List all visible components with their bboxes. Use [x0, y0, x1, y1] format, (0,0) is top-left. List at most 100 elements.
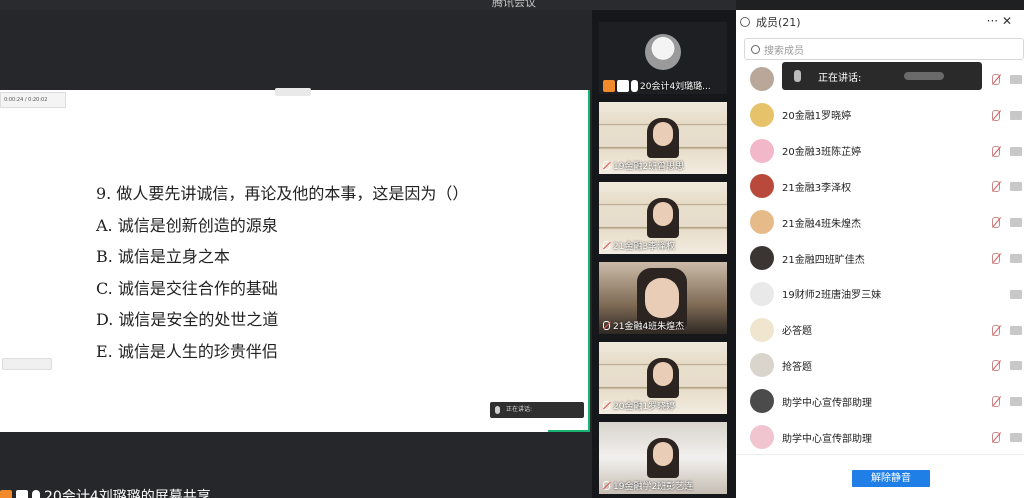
- member-row[interactable]: 19财师2班唐油罗三妹: [736, 277, 1024, 311]
- participant-face: [653, 122, 673, 146]
- participant-face: [653, 202, 673, 226]
- video-tile[interactable]: 21金融3李泽权: [599, 182, 727, 254]
- camera-icon[interactable]: [1010, 361, 1022, 371]
- option-a: A. 诚信是创新创造的源泉: [96, 215, 278, 235]
- video-tile[interactable]: 19金融2班曾思思: [599, 102, 727, 174]
- video-tile-name: 21金融3李泽权: [603, 239, 675, 252]
- mini-player[interactable]: 0:00:24 / 0:20:02: [0, 92, 66, 108]
- video-tile[interactable]: 21金融4班朱煌杰: [599, 262, 727, 334]
- share-label: 20会计4刘璐璐的屏幕共享: [44, 489, 211, 498]
- window-title: 腾讯会议: [492, 0, 536, 9]
- shared-screen-content: 0:00:24 / 0:20:02 9. 做人要先讲诚信，再论及他的本事，这是因…: [0, 88, 590, 432]
- mic-icon: [495, 406, 500, 414]
- search-input[interactable]: 搜索成员: [764, 42, 804, 57]
- more-icon[interactable]: ···: [987, 14, 998, 28]
- member-name: 抢答题: [782, 361, 812, 373]
- camera-icon[interactable]: [1010, 75, 1022, 84]
- unmute-all-button[interactable]: 解除静音: [852, 470, 930, 487]
- member-row[interactable]: 21金融四班旷佳杰: [736, 241, 1024, 275]
- meeting-window: 腾讯会议 0:00:24 / 0:20:02 9. 做人要先讲诚信，再论及他的本…: [0, 0, 1024, 498]
- share-tag: [275, 88, 311, 96]
- member-row[interactable]: 21金融3李泽权: [736, 169, 1024, 203]
- mic-muted-icon[interactable]: [992, 324, 1000, 336]
- member-search[interactable]: 搜索成员: [744, 38, 1024, 60]
- mini-player-time: 0:00:24 / 0:20:02: [4, 97, 48, 103]
- avatar: [750, 425, 774, 449]
- member-row[interactable]: 21金融4班朱煌杰: [736, 205, 1024, 239]
- speaker-name-blurred: [904, 72, 944, 80]
- close-icon[interactable]: ✕: [1002, 14, 1012, 28]
- tooltip-label: 正在讲话:: [818, 72, 862, 84]
- mic-muted-icon[interactable]: [992, 432, 1000, 443]
- video-tile[interactable]: 20金融1罗晓婷: [599, 342, 727, 414]
- mic-muted-icon[interactable]: [992, 145, 1000, 157]
- member-row[interactable]: 助学中心宣传部助理: [736, 420, 1024, 454]
- avatar: [750, 138, 774, 163]
- member-row[interactable]: 助学中心宣传部助理: [736, 384, 1024, 418]
- mic-muted-icon: [603, 481, 610, 490]
- member-name: 19财师2班唐油罗三妹: [782, 290, 882, 302]
- mic-muted-icon[interactable]: [992, 253, 1000, 264]
- screen-share-icon: [617, 79, 629, 92]
- avatar: [645, 34, 681, 70]
- member-name: 20金融3班陈芷婷: [782, 147, 862, 159]
- camera-icon[interactable]: [1010, 433, 1022, 442]
- option-d: D. 诚信是安全的处世之道: [96, 310, 279, 329]
- participant-face: [653, 442, 673, 466]
- avatar: [750, 389, 774, 414]
- members-title: 成员(21): [756, 16, 801, 29]
- member-row[interactable]: 20金融1罗晓婷: [736, 98, 1024, 132]
- speaking-label: 正在讲话:: [506, 406, 533, 413]
- question-stem: 9. 做人要先讲诚信，再论及他的本事，这是因为（）: [96, 184, 469, 203]
- speaking-indicator: 正在讲话:: [490, 402, 584, 418]
- camera-icon[interactable]: [1010, 182, 1022, 192]
- floating-toolbar-chip[interactable]: [2, 358, 52, 370]
- members-header: 成员(21) ··· ✕: [736, 10, 1024, 34]
- video-tile[interactable]: 19金融学2班彭艺连: [599, 422, 727, 494]
- camera-icon[interactable]: [1010, 397, 1022, 407]
- title-bar: 腾讯会议: [0, 0, 736, 10]
- member-name: 21金融3李泽权: [782, 182, 852, 194]
- mic-icon: [631, 79, 638, 92]
- camera-icon[interactable]: [1010, 289, 1022, 299]
- camera-icon[interactable]: [1010, 146, 1022, 156]
- video-tile-name: 20会计4刘璐璐...: [603, 79, 711, 92]
- question-block: 9. 做人要先讲诚信，再论及他的本事，这是因为（） A. 诚信是创新创造的源泉 …: [96, 178, 468, 367]
- mic-muted-icon[interactable]: [992, 181, 1000, 193]
- member-name: 助学中心宣传部助理: [782, 433, 872, 445]
- mic-muted-icon[interactable]: [992, 74, 1000, 85]
- camera-icon[interactable]: [1010, 254, 1022, 263]
- avatar: [750, 174, 774, 199]
- video-tile-name: 21金融4班朱煌杰: [603, 319, 684, 332]
- divider: [736, 454, 1024, 455]
- panel-controls: ··· ✕: [987, 14, 1012, 28]
- camera-icon[interactable]: [1010, 218, 1022, 228]
- member-row[interactable]: 20金融3班陈芷婷: [736, 134, 1024, 168]
- avatar: [750, 353, 774, 378]
- member-row[interactable]: 必答题: [736, 313, 1024, 347]
- option-c: C. 诚信是交往合作的基础: [96, 278, 278, 298]
- member-name: 20金融1罗晓婷: [782, 111, 852, 123]
- mic-icon: [32, 490, 40, 498]
- mic-icon: [794, 70, 801, 82]
- video-tile-column: 20会计4刘璐璐... 19金融2班曾思思 21金融3李泽权 21金融4班朱煌杰…: [592, 10, 736, 498]
- avatar: [750, 246, 774, 270]
- mic-muted-icon: [603, 241, 610, 250]
- participant-face: [645, 278, 679, 318]
- member-name: 助学中心宣传部助理: [782, 397, 872, 409]
- camera-icon[interactable]: [1010, 110, 1022, 120]
- member-row[interactable]: 抢答题: [736, 348, 1024, 382]
- mic-muted-icon[interactable]: [992, 360, 1000, 372]
- avatar: [750, 317, 774, 342]
- mic-muted-icon[interactable]: [992, 109, 1000, 121]
- camera-icon[interactable]: [1010, 325, 1022, 335]
- avatar: [750, 210, 774, 235]
- option-e: E. 诚信是人生的珍贵伴侣: [96, 341, 278, 361]
- mic-muted-icon[interactable]: [992, 217, 1000, 229]
- mic-muted-icon[interactable]: [992, 396, 1000, 408]
- members-panel: 成员(21) ··· ✕ 搜索成员 20金融1罗晓婷 20金融3班陈芷婷 21金融3…: [736, 10, 1024, 498]
- video-tile[interactable]: 20会计4刘璐璐...: [599, 22, 727, 94]
- host-icon: [603, 79, 615, 92]
- video-tile-name: 20金融1罗晓婷: [603, 399, 675, 412]
- search-icon: [751, 44, 760, 54]
